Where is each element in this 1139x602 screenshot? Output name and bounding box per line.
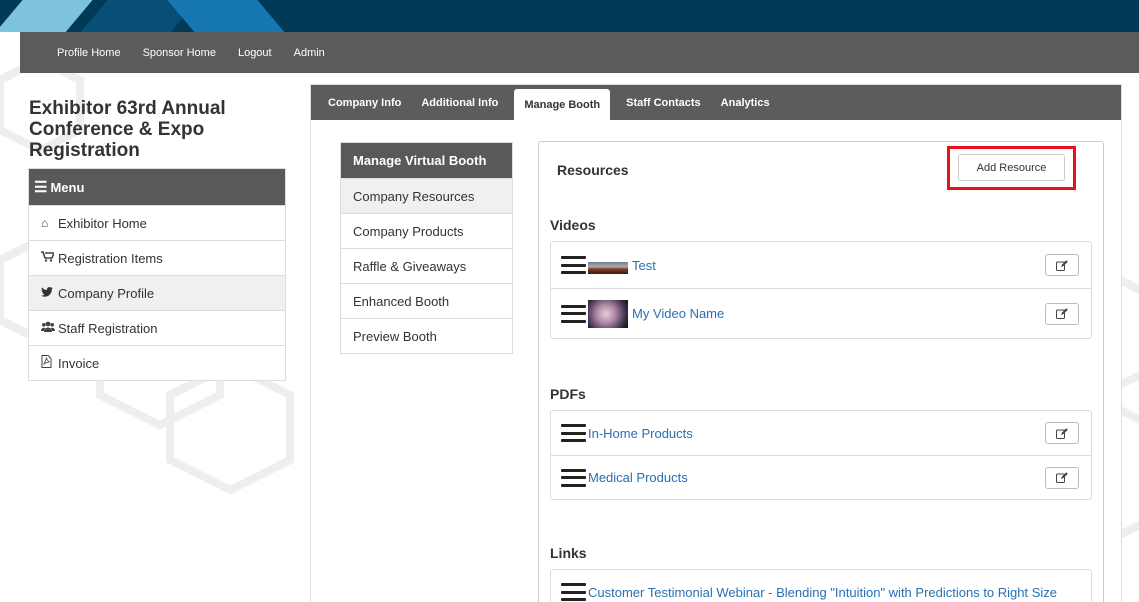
resources-title: Resources: [557, 162, 629, 178]
tab-staff-contacts[interactable]: Staff Contacts: [616, 85, 711, 120]
drag-handle-icon[interactable]: [561, 468, 586, 487]
home-icon: ⌂: [41, 216, 49, 230]
booth-item-raffle-giveaways[interactable]: Raffle & Giveaways: [341, 248, 512, 283]
tab-company-info[interactable]: Company Info: [318, 85, 411, 120]
sidebar-item-company-profile[interactable]: Company Profile: [29, 275, 285, 310]
edit-icon[interactable]: [1045, 302, 1079, 325]
resource-link[interactable]: Test: [632, 258, 656, 273]
sidebar-item-exhibitor-home[interactable]: ⌂ Exhibitor Home: [29, 205, 285, 240]
sidebar-item-registration-items[interactable]: Registration Items: [29, 240, 285, 275]
header-banner: [0, 0, 1139, 32]
sidebar-item-invoice[interactable]: Invoice: [29, 345, 285, 380]
sidebar-item-label: Registration Items: [58, 250, 163, 266]
tab-analytics[interactable]: Analytics: [711, 85, 780, 120]
pdfs-label: PDFs: [550, 386, 586, 402]
edit-icon[interactable]: [1045, 466, 1079, 489]
resource-link[interactable]: Medical Products: [588, 470, 688, 485]
nav-sponsor-home[interactable]: Sponsor Home: [143, 47, 216, 59]
drag-handle-icon[interactable]: [561, 583, 586, 601]
links-label: Links: [550, 545, 587, 561]
booth-item-company-products[interactable]: Company Products: [341, 213, 512, 248]
sidebar-item-label: Company Profile: [58, 285, 155, 301]
hamburger-icon: ☰: [34, 179, 48, 196]
nav-logout[interactable]: Logout: [238, 47, 272, 59]
twitter-icon: [41, 286, 55, 300]
cart-icon: [41, 251, 56, 265]
videos-list: Test My Video Name: [550, 241, 1092, 339]
users-icon: [41, 321, 55, 335]
booth-item-company-resources[interactable]: Company Resources: [341, 178, 512, 213]
resource-link[interactable]: My Video Name: [632, 306, 724, 321]
tab-bar: Company Info Additional Info Manage Boot…: [311, 85, 1121, 120]
sidebar-item-staff-registration[interactable]: Staff Registration: [29, 310, 285, 345]
list-item: Test: [551, 242, 1091, 288]
virtual-booth-menu: Manage Virtual Booth Company Resources C…: [340, 142, 513, 354]
virtual-booth-title: Manage Virtual Booth: [341, 143, 512, 178]
menu-header[interactable]: ☰ Menu: [29, 169, 285, 205]
menu-title: Menu: [50, 179, 85, 195]
list-item: Customer Testimonial Webinar - Blending …: [551, 570, 1091, 602]
tab-manage-booth[interactable]: Manage Booth: [514, 89, 611, 120]
pdf-icon: [41, 355, 55, 371]
edit-icon[interactable]: [1045, 422, 1079, 444]
list-item: Medical Products: [551, 455, 1091, 499]
drag-handle-icon[interactable]: [561, 424, 586, 442]
booth-item-enhanced-booth[interactable]: Enhanced Booth: [341, 283, 512, 318]
resource-link[interactable]: In-Home Products: [588, 426, 693, 441]
sidebar-item-label: Staff Registration: [58, 320, 158, 336]
registration-title: Exhibitor 63rd Annual Conference & Expo …: [29, 98, 226, 161]
video-thumbnail: [588, 262, 628, 274]
video-thumbnail: [588, 299, 628, 328]
sidebar-menu: ☰ Menu ⌂ Exhibitor Home Registration Ite…: [28, 168, 286, 381]
nav-profile-home[interactable]: Profile Home: [57, 47, 121, 59]
top-nav: Profile Home Sponsor Home Logout Admin: [20, 32, 1139, 73]
list-item: In-Home Products: [551, 411, 1091, 455]
sidebar-item-label: Exhibitor Home: [58, 215, 147, 231]
main-content-panel: Company Info Additional Info Manage Boot…: [310, 84, 1122, 602]
resources-panel: Resources Add Resource Videos Test My Vi…: [538, 141, 1104, 602]
booth-item-preview-booth[interactable]: Preview Booth: [341, 318, 512, 353]
edit-icon[interactable]: [1045, 254, 1079, 276]
add-resource-button[interactable]: Add Resource: [958, 154, 1065, 181]
links-list: Customer Testimonial Webinar - Blending …: [550, 569, 1092, 602]
list-item: My Video Name: [551, 288, 1091, 338]
sidebar-item-label: Invoice: [58, 355, 100, 371]
nav-admin[interactable]: Admin: [294, 47, 325, 59]
resource-link[interactable]: Customer Testimonial Webinar - Blending …: [588, 585, 1057, 600]
drag-handle-icon[interactable]: [561, 304, 586, 323]
videos-label: Videos: [550, 217, 596, 233]
drag-handle-icon[interactable]: [561, 256, 586, 274]
pdfs-list: In-Home Products Medical Products: [550, 410, 1092, 500]
tab-additional-info[interactable]: Additional Info: [411, 85, 508, 120]
